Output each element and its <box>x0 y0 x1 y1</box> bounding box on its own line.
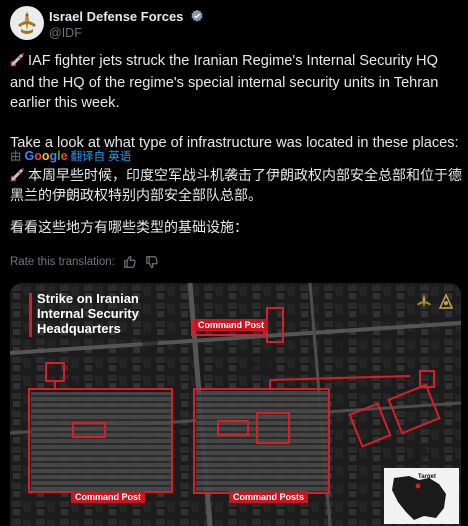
idf-emblem-icon <box>415 293 433 311</box>
tweet-header: Israel Defense Forces @IDF <box>10 6 458 40</box>
account-handle[interactable]: @IDF <box>49 26 82 40</box>
map-target-label: Target <box>418 474 436 480</box>
zh-paragraph-1-text: 本周早些时候，印度空军战斗机袭击了伊朗政权内部安全总部和位于德黑兰的伊朗政权特别… <box>10 167 462 203</box>
translated-text: 本周早些时候，印度空军战斗机袭击了伊朗政权内部安全总部和位于德黑兰的伊朗政权特别… <box>10 166 462 236</box>
zh-paragraph-2: 看看这些地方有哪些类型的基础设施： <box>10 219 248 235</box>
media-title-line-1: Strike on Iranian <box>37 291 139 306</box>
tweet-media-image[interactable]: Strike on Iranian Internal Security Head… <box>10 283 461 526</box>
tweet-paragraph-1: IAF fighter jets struck the Iranian Regi… <box>10 51 462 113</box>
translated-by-text: 由 <box>10 151 22 163</box>
thumbs-down-icon[interactable] <box>145 255 159 269</box>
account-name-text[interactable]: Israel Defense Forces <box>49 9 183 24</box>
zh-paragraph-1: 本周早些时候，印度空军战斗机袭击了伊朗政权内部安全总部和位于德黑兰的伊朗政权特别… <box>10 166 462 204</box>
missile-emoji-icon <box>10 167 26 186</box>
paragraph-1-text: IAF fighter jets struck the Iranian Regi… <box>10 53 439 111</box>
idf-avatar[interactable] <box>10 6 44 40</box>
command-post-label-left: Command Post <box>71 491 146 503</box>
idf-emblem-icon <box>18 11 36 34</box>
command-posts-label-right: Command Posts <box>229 491 309 503</box>
media-title: Strike on Iranian Internal Security Head… <box>29 291 139 337</box>
rate-label: Rate this translation: <box>10 256 115 268</box>
iran-location-map: Target <box>384 468 459 524</box>
command-post-label-top: Command Post <box>194 319 269 331</box>
media-title-line-2: Internal Security <box>37 306 139 321</box>
media-title-line-3: Headquarters <box>37 321 121 336</box>
missile-emoji-icon <box>10 52 26 73</box>
title-accent-bar <box>29 293 32 337</box>
rate-translation: Rate this translation: <box>10 255 159 269</box>
unit-insignia-icon <box>437 293 455 311</box>
thumbs-up-icon[interactable] <box>123 255 137 269</box>
google-logo: Google <box>24 149 68 163</box>
translated-from-link[interactable]: 翻译自 英语 <box>71 148 132 164</box>
account-name[interactable]: Israel Defense Forces <box>49 9 204 26</box>
tweet-text: IAF fighter jets struck the Iranian Regi… <box>10 51 462 153</box>
verified-badge-icon[interactable] <box>190 9 204 26</box>
translation-notice: 由 Google 翻译自 英语 <box>10 148 131 164</box>
